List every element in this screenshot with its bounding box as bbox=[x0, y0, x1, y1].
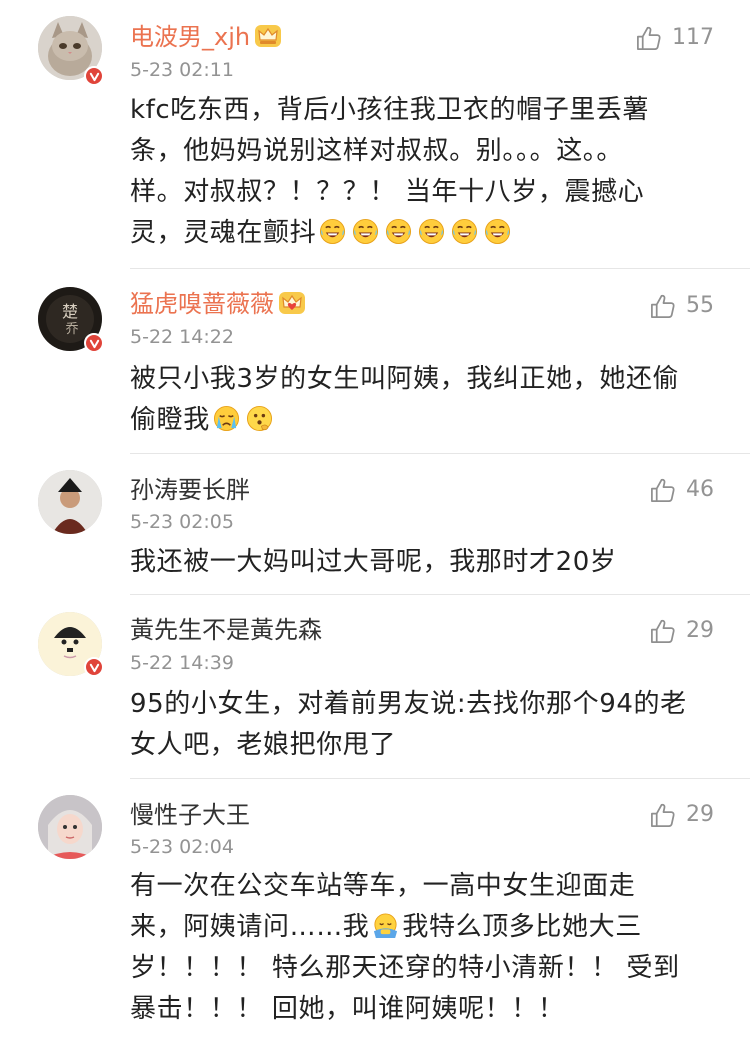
laugh-cry-emoji-icon bbox=[352, 218, 379, 245]
timestamp: 5-23 02:04 bbox=[130, 836, 234, 858]
like-count: 29 bbox=[686, 618, 714, 643]
thinking-emoji-icon bbox=[246, 405, 273, 432]
timestamp: 5-23 02:11 bbox=[130, 59, 234, 81]
laugh-cry-emoji-icon bbox=[451, 218, 478, 245]
thumbs-up-icon bbox=[649, 477, 676, 504]
verified-badge-icon bbox=[84, 66, 104, 86]
facepalm-emoji-icon bbox=[372, 912, 399, 939]
like-button[interactable]: 29 bbox=[649, 801, 714, 829]
comment-text: 95的小女生，对着前男友说:去找你那个94的老 女人吧，老娘把你甩了 bbox=[130, 689, 687, 760]
divider bbox=[130, 453, 750, 454]
avatar[interactable] bbox=[38, 795, 102, 859]
verified-badge-icon bbox=[84, 657, 104, 677]
like-count: 29 bbox=[686, 802, 714, 827]
laugh-cry-emoji-icon bbox=[484, 218, 511, 245]
comment-text: 我还被一大妈叫过大哥呢，我那时才20岁 bbox=[130, 547, 617, 577]
divider bbox=[130, 268, 750, 269]
thumbs-up-icon bbox=[649, 293, 676, 320]
like-button[interactable]: 55 bbox=[649, 292, 714, 320]
laugh-cry-emoji-icon bbox=[385, 218, 412, 245]
like-count: 46 bbox=[686, 477, 714, 502]
thumbs-up-icon bbox=[635, 25, 662, 52]
svg-text:乔: 乔 bbox=[65, 322, 78, 337]
comment-text: 有一次在公交车站等车，一高中女生迎面走 来，阿姨请问……我 我特么顶多比她大三 岁… bbox=[130, 871, 680, 1024]
svg-text:楚: 楚 bbox=[62, 302, 78, 321]
avatar[interactable] bbox=[38, 470, 102, 534]
comment-text: 被只小我3岁的女生叫阿姨，我纠正她，她还偷 偷瞪我 bbox=[130, 364, 680, 435]
timestamp: 5-22 14:22 bbox=[130, 326, 234, 348]
username[interactable]: 慢性子大王 bbox=[130, 800, 250, 830]
divider bbox=[130, 778, 750, 779]
timestamp: 5-23 02:05 bbox=[130, 511, 234, 533]
like-button[interactable]: 29 bbox=[649, 617, 714, 645]
like-button[interactable]: 117 bbox=[635, 24, 714, 52]
divider bbox=[130, 594, 750, 595]
vip-crown-heart-icon bbox=[278, 291, 306, 315]
thumbs-up-icon bbox=[649, 618, 676, 645]
username[interactable]: 电波男_xjh bbox=[130, 22, 282, 52]
username[interactable]: 猛虎嗅蔷薇薇 bbox=[130, 289, 306, 319]
like-count: 55 bbox=[686, 293, 714, 318]
vip-crown-icon bbox=[254, 24, 282, 48]
laugh-cry-emoji-icon bbox=[418, 218, 445, 245]
like-count: 117 bbox=[672, 25, 714, 50]
comment-text: kfc吃东西，背后小孩往我卫衣的帽子里丢薯 条，他妈妈说别这样对叔叔。别。。。这… bbox=[130, 95, 650, 248]
thumbs-up-icon bbox=[649, 802, 676, 829]
timestamp: 5-22 14:39 bbox=[130, 652, 234, 674]
username[interactable]: 黃先生不是黃先森 bbox=[130, 615, 322, 645]
laugh-cry-emoji-icon bbox=[319, 218, 346, 245]
username[interactable]: 孙涛要长胖 bbox=[130, 475, 250, 505]
like-button[interactable]: 46 bbox=[649, 476, 714, 504]
crying-emoji-icon bbox=[213, 405, 240, 432]
verified-badge-icon bbox=[84, 333, 104, 353]
